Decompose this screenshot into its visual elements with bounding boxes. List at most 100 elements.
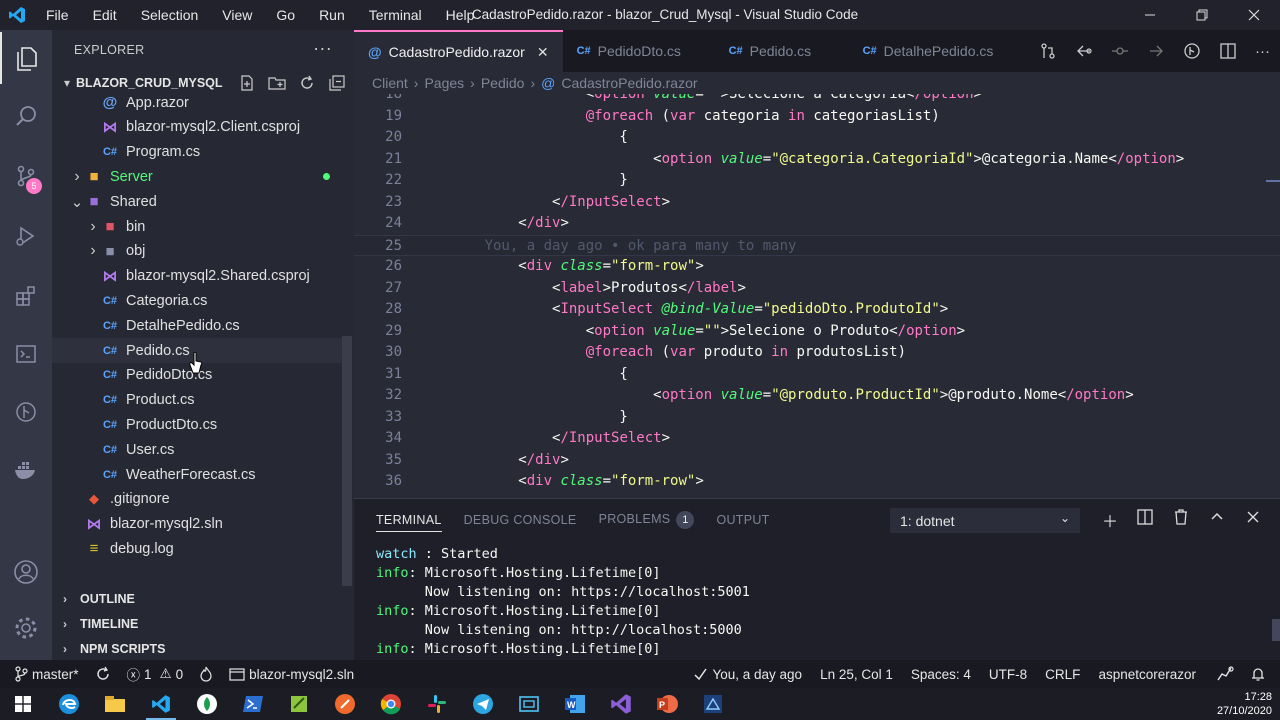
code-editor[interactable]: 18 <option value="">Selecione a Categori… (354, 94, 1280, 498)
tab-cadastropedido[interactable]: @ CadastroPedido.razor ✕ (354, 30, 563, 72)
extensions-icon[interactable] (0, 270, 52, 322)
screen-capture-icon[interactable] (506, 688, 552, 720)
restore-button[interactable] (1176, 0, 1228, 30)
kill-terminal-icon[interactable] (1172, 508, 1190, 526)
code-line[interactable]: 35 </div> (354, 450, 1280, 472)
notifications-bell-icon[interactable] (1250, 666, 1266, 682)
tree-item[interactable]: C# DetalhePedido.cs (52, 313, 342, 338)
flame-icon[interactable] (199, 666, 213, 682)
app-green-icon[interactable] (184, 688, 230, 720)
terminal-select[interactable]: 1: dotnet ⌄ (890, 508, 1080, 533)
tree-item[interactable]: C# Program.cs (52, 140, 342, 165)
network-tool-icon[interactable] (690, 688, 736, 720)
breadcrumb-item[interactable]: CadastroPedido.razor (561, 75, 697, 91)
powershell-icon[interactable] (230, 688, 276, 720)
editor-scroll-marker[interactable] (1266, 180, 1280, 182)
split-editor-icon[interactable] (1219, 42, 1237, 60)
problems-status[interactable]: ⓧ 1 ⚠ 0 (127, 664, 184, 684)
code-line[interactable]: 28 <InputSelect @bind-Value="pedidoDto.P… (354, 299, 1280, 321)
timeline-section[interactable]: › TIMELINE (52, 611, 354, 636)
menu-selection[interactable]: Selection (129, 0, 211, 30)
sidebar-scrollbar[interactable] (342, 336, 352, 586)
language-mode[interactable]: aspnetcorerazor (1098, 667, 1196, 682)
tree-item[interactable]: C# Product.cs (52, 388, 342, 413)
tree-item[interactable]: C# User.cs (52, 437, 342, 462)
taskbar-clock[interactable]: 17:28 27/10/2020 (1217, 688, 1272, 720)
tree-item[interactable]: › ■ obj (52, 239, 342, 264)
collapse-all-icon[interactable] (328, 74, 346, 92)
code-line[interactable]: 27 <label>Produtos</label> (354, 278, 1280, 300)
breadcrumb-item[interactable]: Client (372, 75, 408, 91)
tab-debug-console[interactable]: DEBUG CONSOLE (464, 513, 577, 527)
git-graph-icon[interactable] (0, 386, 52, 438)
tab-detalhepedido[interactable]: C# DetalhePedido.cs (849, 30, 1009, 72)
code-line[interactable]: 26 <div class="form-row"> (354, 256, 1280, 278)
close-tab-icon[interactable]: ✕ (537, 44, 549, 61)
postman-icon[interactable] (322, 688, 368, 720)
remote-explorer-icon[interactable] (0, 328, 52, 380)
more-actions-icon[interactable]: ··· (313, 38, 332, 59)
sync-icon[interactable] (95, 666, 111, 682)
code-line[interactable]: 22 } (354, 170, 1280, 192)
next-change-icon[interactable] (1147, 42, 1165, 60)
new-file-icon[interactable] (238, 74, 256, 92)
tree-item[interactable]: ≡ debug.log (52, 536, 342, 561)
tree-item[interactable]: ⋈ blazor-mysql2.Shared.csproj (52, 264, 342, 289)
code-line[interactable]: 20 { (354, 127, 1280, 149)
powerpoint-icon[interactable]: P (644, 688, 690, 720)
chrome-icon[interactable] (368, 688, 414, 720)
feedback-icon[interactable] (1216, 666, 1234, 682)
accounts-icon[interactable] (0, 546, 52, 598)
menu-run[interactable]: Run (307, 0, 357, 30)
tree-item[interactable]: › ■ bin (52, 214, 342, 239)
tree-item[interactable]: C# ProductDto.cs (52, 412, 342, 437)
breadcrumb-item[interactable]: Pedido (481, 75, 525, 91)
refresh-icon[interactable] (298, 74, 316, 92)
maximize-panel-icon[interactable] (1208, 508, 1226, 526)
tree-item[interactable]: ◆ .gitignore (52, 487, 342, 512)
menu-go[interactable]: Go (264, 0, 307, 30)
file-explorer-icon[interactable] (92, 688, 138, 720)
solution-status[interactable]: blazor-mysql2.sln (229, 667, 354, 682)
notepadpp-icon[interactable] (276, 688, 322, 720)
run-debug-icon[interactable] (0, 210, 52, 262)
open-changes-icon[interactable] (1039, 42, 1057, 60)
source-control-icon[interactable]: 5 (0, 150, 52, 202)
code-line[interactable]: 21 <option value="@categoria.CategoriaId… (354, 149, 1280, 171)
tree-item[interactable]: ⌄ ■ Shared (52, 189, 342, 214)
code-line[interactable]: 33 } (354, 407, 1280, 429)
tab-output[interactable]: OUTPUT (716, 513, 769, 527)
previous-change-icon[interactable] (1075, 42, 1093, 60)
close-window-button[interactable] (1228, 0, 1280, 30)
code-line[interactable]: 32 <option value="@produto.ProductId">@p… (354, 385, 1280, 407)
breadcrumb-item[interactable]: Pages (424, 75, 464, 91)
menu-file[interactable]: File (34, 0, 81, 30)
windows-start-icon[interactable] (0, 688, 46, 720)
code-line[interactable]: 19 @foreach (var categoria in categorias… (354, 106, 1280, 128)
code-line[interactable]: 25 You, a day ago • ok para many to many (354, 234, 1280, 256)
code-line[interactable]: 34 </InputSelect> (354, 428, 1280, 450)
menu-terminal[interactable]: Terminal (357, 0, 434, 30)
terminal-scrollbar[interactable] (1272, 619, 1280, 641)
menu-help[interactable]: Help (434, 0, 487, 30)
menu-view[interactable]: View (210, 0, 264, 30)
code-line[interactable]: 18 <option value="">Selecione a Categori… (354, 94, 1280, 106)
slack-icon[interactable] (414, 688, 460, 720)
eol-status[interactable]: CRLF (1045, 667, 1080, 682)
branch-status[interactable]: master* (14, 666, 79, 682)
docker-icon[interactable] (0, 444, 52, 496)
tab-pedido[interactable]: C# Pedido.cs (715, 30, 849, 72)
code-line[interactable]: 31 { (354, 364, 1280, 386)
tree-item[interactable]: ⋈ blazor-mysql2.sln (52, 512, 342, 537)
code-line[interactable]: 24 </div> (354, 213, 1280, 235)
new-folder-icon[interactable] (268, 74, 286, 92)
visual-studio-icon[interactable] (598, 688, 644, 720)
tree-item[interactable]: ⋈ blazor-mysql2.Client.csproj (52, 115, 342, 140)
more-actions-icon[interactable]: ··· (1255, 43, 1270, 60)
current-change-icon[interactable] (1111, 42, 1129, 60)
npm-scripts-section[interactable]: › NPM SCRIPTS (52, 636, 354, 661)
project-root[interactable]: ▾ BLAZOR_CRUD_MYSQL (52, 70, 354, 96)
telegram-icon[interactable] (460, 688, 506, 720)
settings-gear-icon[interactable] (0, 602, 52, 654)
encoding-status[interactable]: UTF-8 (989, 667, 1027, 682)
